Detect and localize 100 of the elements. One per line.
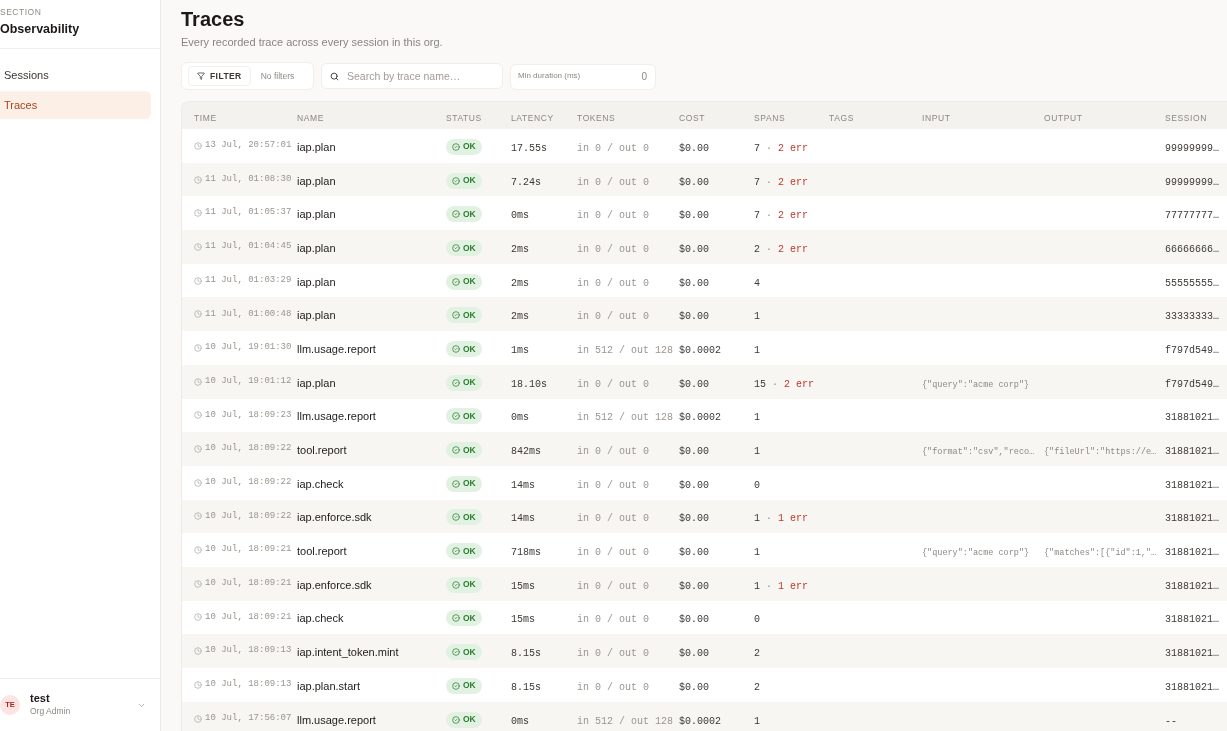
latency-value: 2ms bbox=[511, 243, 529, 255]
status-badge: OK bbox=[446, 610, 482, 627]
token-counts: in 0 / out 0 bbox=[577, 277, 649, 289]
section-label: SECTION bbox=[0, 6, 43, 19]
span-count: 1 bbox=[754, 311, 760, 323]
trace-name[interactable]: iap.enforce.sdk bbox=[297, 578, 372, 591]
user-role: Org Admin bbox=[30, 705, 71, 718]
session-id[interactable]: 33333333… bbox=[1165, 311, 1219, 323]
search-field[interactable]: Search by trace name… bbox=[321, 63, 503, 89]
trace-name[interactable]: iap.plan bbox=[297, 275, 336, 288]
session-id[interactable]: 31881021… bbox=[1165, 513, 1219, 525]
search-icon bbox=[330, 71, 339, 81]
clock-icon bbox=[194, 512, 202, 521]
cost-value: $0.0002 bbox=[679, 344, 721, 356]
trace-name[interactable]: iap.plan bbox=[297, 140, 336, 153]
field-label: Min duration (ms) bbox=[518, 70, 581, 82]
latency-value: 18.10s bbox=[511, 378, 547, 390]
session-id[interactable]: 31881021… bbox=[1165, 412, 1219, 424]
trace-time: 11 Jul, 01:03:29 bbox=[205, 273, 292, 287]
check-circle-icon bbox=[452, 715, 460, 724]
check-circle-icon bbox=[452, 210, 460, 219]
cost-value: $0.00 bbox=[679, 513, 709, 525]
status-badge: OK bbox=[446, 711, 482, 728]
session-id[interactable]: 31881021… bbox=[1165, 446, 1219, 458]
user-name: test bbox=[30, 692, 51, 705]
column-header: TAGS bbox=[829, 112, 854, 123]
session-id[interactable]: 99999999… bbox=[1165, 176, 1219, 188]
cost-value: $0.00 bbox=[679, 648, 709, 660]
session-id[interactable]: f797d549… bbox=[1165, 344, 1219, 356]
column-header: OUTPUT bbox=[1044, 112, 1083, 123]
trace-name[interactable]: iap.plan bbox=[297, 309, 336, 322]
trace-name[interactable]: iap.plan.start bbox=[297, 679, 360, 692]
clock-icon bbox=[194, 714, 202, 723]
trace-name[interactable]: iap.intent_token.mint bbox=[297, 646, 399, 659]
clock-icon bbox=[194, 647, 202, 656]
clock-icon bbox=[194, 343, 202, 352]
session-id[interactable]: 31881021… bbox=[1165, 648, 1219, 660]
filter-button[interactable]: FILTER bbox=[188, 66, 251, 86]
cost-value: $0.00 bbox=[679, 243, 709, 255]
trace-name[interactable]: iap.plan bbox=[297, 208, 336, 221]
session-id[interactable]: 31881021… bbox=[1165, 479, 1219, 491]
check-circle-icon bbox=[452, 479, 460, 488]
token-counts: in 512 / out 128 bbox=[577, 715, 673, 727]
latency-value: 718ms bbox=[511, 547, 541, 559]
column-header: LATENCY bbox=[511, 112, 554, 123]
page-subtitle: Every recorded trace across every session in this org. bbox=[181, 35, 444, 50]
trace-time: 10 Jul, 18:09:13 bbox=[205, 644, 292, 658]
span-count: 7 · 2 err bbox=[754, 176, 809, 188]
session-id[interactable]: 31881021… bbox=[1165, 547, 1219, 559]
session-id[interactable]: 55555555… bbox=[1165, 277, 1219, 289]
trace-name[interactable]: iap.plan bbox=[297, 174, 336, 187]
clock-icon bbox=[194, 445, 202, 454]
cost-value: $0.00 bbox=[679, 681, 709, 693]
trace-name[interactable]: iap.check bbox=[297, 477, 344, 490]
status-badge: OK bbox=[446, 307, 482, 324]
latency-value: 8.15s bbox=[511, 681, 541, 693]
trace-name[interactable]: tool.report bbox=[297, 444, 347, 457]
check-circle-icon bbox=[452, 311, 460, 320]
session-id[interactable]: 31881021… bbox=[1165, 580, 1219, 592]
nav-item[interactable]: Sessions bbox=[0, 61, 151, 89]
token-counts: in 0 / out 0 bbox=[577, 378, 649, 390]
session-id[interactable]: 31881021… bbox=[1165, 681, 1219, 693]
token-counts: in 0 / out 0 bbox=[577, 580, 649, 592]
token-counts: in 512 / out 128 bbox=[577, 412, 673, 424]
session-id[interactable]: 99999999… bbox=[1165, 142, 1219, 154]
token-counts: in 0 / out 0 bbox=[577, 681, 649, 693]
latency-value: 17.55s bbox=[511, 142, 547, 154]
span-count: 2 · 2 err bbox=[754, 243, 809, 255]
span-count: 7 · 2 err bbox=[754, 210, 809, 222]
check-circle-icon bbox=[452, 142, 460, 151]
trace-name[interactable]: tool.report bbox=[297, 545, 347, 558]
trace-time: 10 Jul, 17:56:07 bbox=[205, 711, 292, 725]
trace-name[interactable]: iap.plan bbox=[297, 241, 336, 254]
trace-time: 10 Jul, 18:09:23 bbox=[205, 408, 292, 422]
span-count: 1 bbox=[754, 547, 760, 559]
trace-name[interactable]: iap.enforce.sdk bbox=[297, 511, 372, 524]
session-id[interactable]: -- bbox=[1165, 715, 1177, 727]
span-count: 2 bbox=[754, 648, 760, 660]
status-badge: OK bbox=[446, 340, 482, 357]
status-badge: OK bbox=[446, 172, 482, 189]
check-circle-icon bbox=[452, 176, 460, 185]
cost-value: $0.00 bbox=[679, 142, 709, 154]
nav-item[interactable]: Traces bbox=[0, 91, 151, 119]
trace-name[interactable]: llm.usage.report bbox=[297, 342, 376, 355]
status-badge: OK bbox=[446, 206, 482, 223]
session-id[interactable]: 31881021… bbox=[1165, 614, 1219, 626]
token-counts: in 0 / out 0 bbox=[577, 210, 649, 222]
output-preview: {"matches":[{"id":1,"… bbox=[1044, 548, 1157, 559]
trace-name[interactable]: llm.usage.report bbox=[297, 410, 376, 423]
cost-value: $0.00 bbox=[679, 277, 709, 289]
trace-name[interactable]: llm.usage.report bbox=[297, 713, 376, 726]
check-circle-icon bbox=[452, 513, 460, 522]
latency-value: 0ms bbox=[511, 412, 529, 424]
check-circle-icon bbox=[452, 681, 460, 690]
trace-name[interactable]: iap.check bbox=[297, 612, 344, 625]
latency-value: 8.15s bbox=[511, 648, 541, 660]
session-id[interactable]: f797d549… bbox=[1165, 378, 1219, 390]
session-id[interactable]: 77777777… bbox=[1165, 210, 1219, 222]
trace-name[interactable]: iap.plan bbox=[297, 376, 336, 389]
session-id[interactable]: 66666666… bbox=[1165, 243, 1219, 255]
